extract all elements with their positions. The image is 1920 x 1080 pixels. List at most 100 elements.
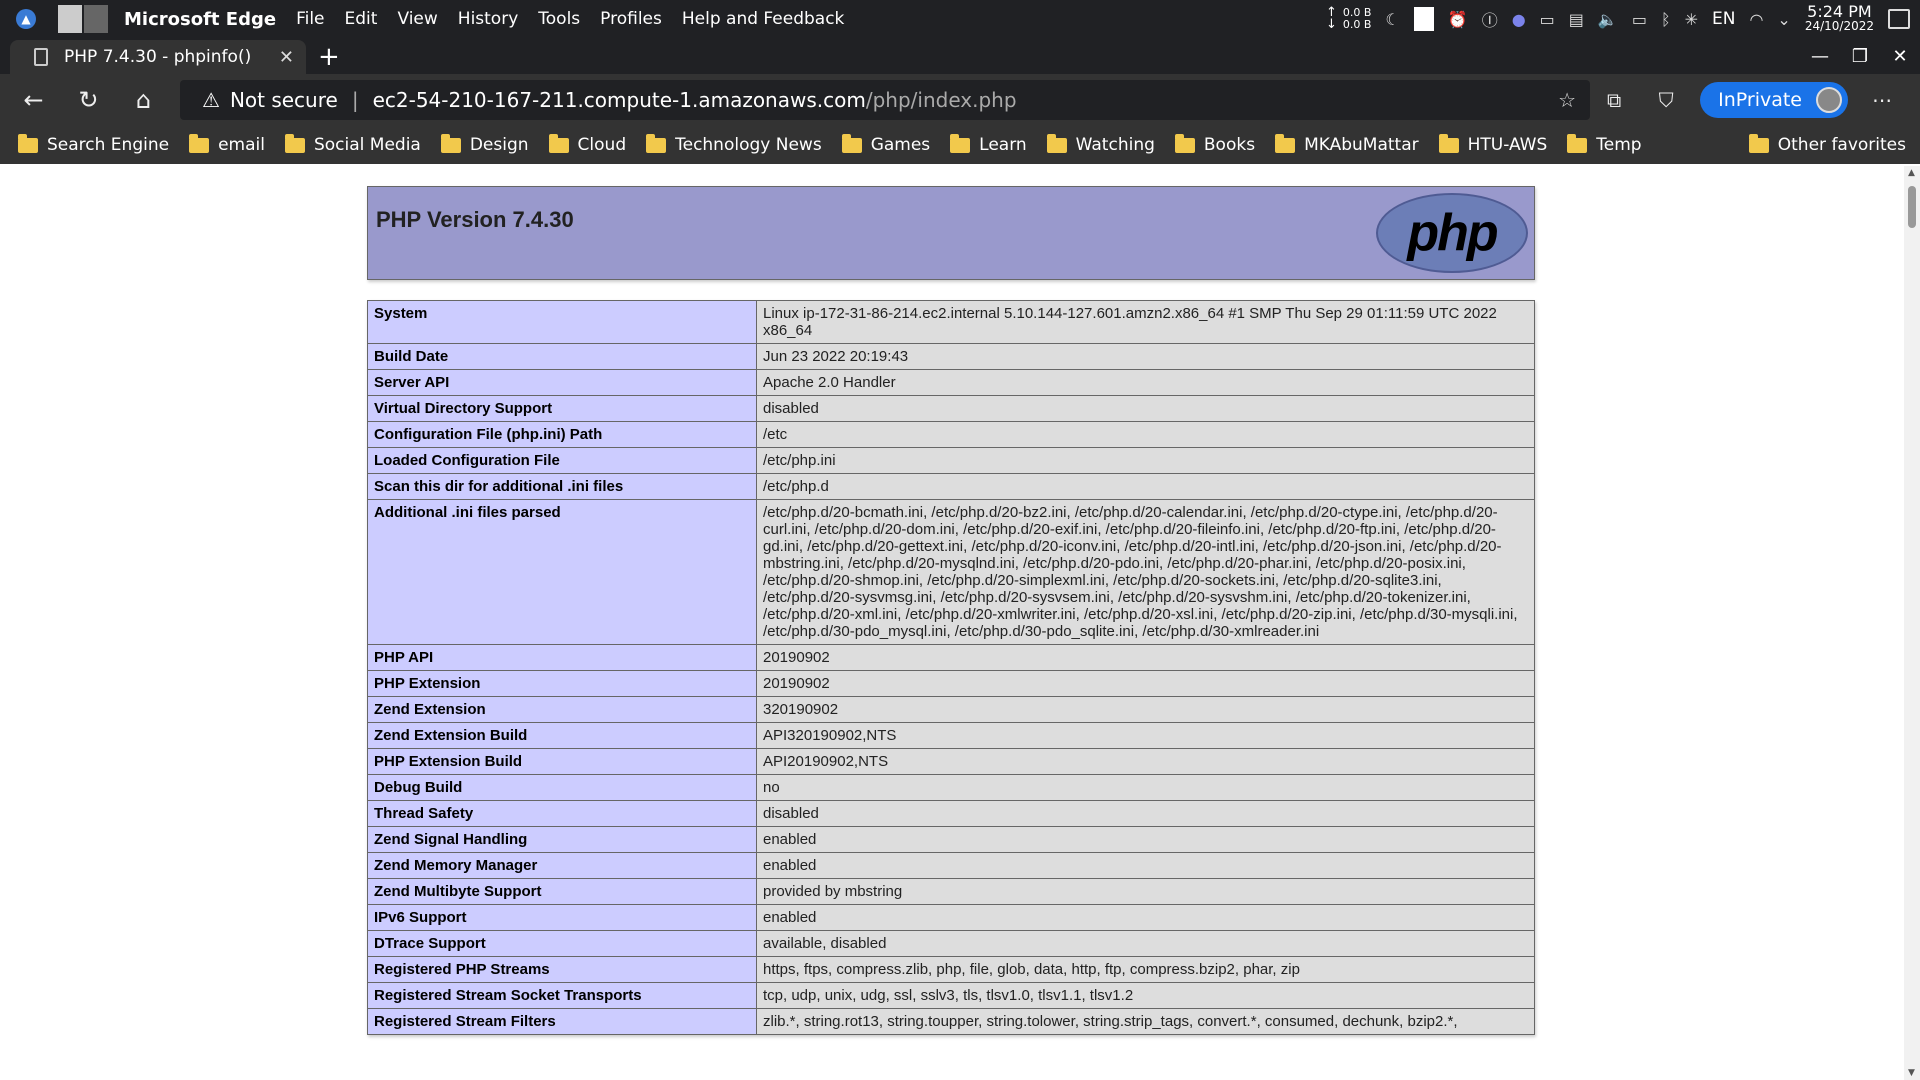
security-label[interactable]: Not secure: [230, 88, 338, 112]
menu-edit[interactable]: Edit: [345, 9, 378, 29]
folder-icon: [950, 133, 971, 153]
clock[interactable]: 5:24 PM 24/10/2022: [1805, 4, 1874, 34]
favorite-folder[interactable]: MKAbuMattar: [1275, 133, 1419, 155]
row-key: Zend Extension: [367, 696, 757, 723]
menu-help[interactable]: Help and Feedback: [682, 9, 845, 29]
table-row: Thread Safety disabled: [367, 800, 1535, 827]
folder-icon: [1567, 133, 1588, 153]
folder-icon: [18, 133, 38, 153]
row-key: PHP Extension: [367, 670, 757, 697]
more-options-icon[interactable]: ⋯: [1864, 88, 1900, 112]
row-value: enabled: [756, 826, 1535, 853]
scroll-up-icon[interactable]: ▲: [1908, 168, 1915, 178]
php-logo-text: php: [1407, 204, 1498, 262]
folder-icon: [1748, 133, 1769, 153]
row-value: 20190902: [756, 670, 1535, 697]
favorite-folder[interactable]: Learn: [950, 133, 1027, 155]
table-row: System Linux ip-172-31-86-214.ec2.interna…: [367, 300, 1535, 344]
favorite-folder[interactable]: Cloud: [548, 133, 626, 155]
wifi-icon[interactable]: ◠: [1749, 10, 1763, 29]
favorite-folder[interactable]: Search Engine: [18, 133, 169, 155]
workspace-switcher[interactable]: [58, 5, 108, 33]
tab-title: PHP 7.4.30 - phpinfo(): [64, 47, 252, 67]
browser-tab[interactable]: PHP 7.4.30 - phpinfo() ✕: [10, 40, 306, 74]
app-name[interactable]: Microsoft Edge: [124, 9, 276, 30]
add-favorite-icon[interactable]: ☆: [1558, 88, 1576, 112]
favorite-folder[interactable]: Technology News: [646, 133, 822, 155]
table-row: IPv6 Support enabled: [367, 904, 1535, 931]
favorite-folder[interactable]: Design: [440, 133, 529, 155]
folder-icon: [1174, 133, 1195, 153]
clipboard-icon[interactable]: ▤: [1569, 10, 1584, 29]
menu-file[interactable]: File: [296, 9, 324, 29]
alarm-icon[interactable]: ⏰: [1448, 10, 1468, 29]
table-row: Configuration File (php.ini) Path/etc: [367, 421, 1535, 448]
notification-icon[interactable]: [1888, 9, 1910, 29]
bluetooth-icon[interactable]: ᛒ: [1661, 10, 1671, 29]
launcher-icon[interactable]: ▲: [16, 9, 36, 29]
row-value: https, ftps, compress.zlib, php, file, g…: [756, 956, 1535, 983]
favorite-folder[interactable]: Social Media: [284, 133, 421, 155]
new-tab-icon[interactable]: +: [318, 42, 340, 72]
pause-icon[interactable]: Ⓘ: [1482, 7, 1498, 31]
table-row: PHP Extension Build API20190902,NTS: [367, 748, 1535, 775]
row-value: disabled: [756, 395, 1535, 422]
keyboard-language[interactable]: EN: [1712, 9, 1735, 29]
menu-tools[interactable]: Tools: [538, 9, 580, 29]
table-row: Registered PHP Streams https, ftps, compr…: [367, 956, 1535, 983]
url-field[interactable]: ⚠ Not secure | ec2-54-210-167-211.comput…: [180, 80, 1590, 120]
chevron-down-icon[interactable]: ⌄: [1777, 10, 1790, 29]
inprivate-button[interactable]: InPrivate: [1700, 82, 1848, 118]
restore-icon[interactable]: ❐: [1840, 46, 1880, 67]
close-tab-icon[interactable]: ✕: [279, 47, 294, 68]
refresh-icon[interactable]: ↻: [61, 86, 116, 114]
page-title: PHP Version 7.4.30: [376, 207, 574, 232]
info-table: System Linux ip-172-31-86-214.ec2.interna…: [367, 300, 1535, 1035]
minimize-icon[interactable]: —: [1800, 46, 1840, 67]
brightness-icon[interactable]: ✳: [1685, 10, 1698, 29]
favorite-folder[interactable]: email: [189, 133, 265, 155]
battery-icon[interactable]: ▭: [1632, 10, 1647, 29]
warning-icon[interactable]: ⚠: [202, 88, 220, 112]
home-icon[interactable]: ⌂: [116, 86, 171, 114]
favorite-folder[interactable]: Books: [1174, 133, 1255, 155]
table-row: Server API Apache 2.0 Handler: [367, 369, 1535, 396]
row-key: Build Date: [367, 343, 757, 370]
menu-profiles[interactable]: Profiles: [600, 9, 662, 29]
row-key: Configuration File (php.ini) Path: [367, 421, 757, 448]
collections-icon[interactable]: ⧉: [1596, 88, 1632, 112]
night-mode-icon[interactable]: ☾: [1385, 10, 1399, 29]
row-value: provided by mbstring: [756, 878, 1535, 905]
folder-icon: [1046, 133, 1067, 153]
address-toolbar: ← ↻ ⌂ ⚠ Not secure | ec2-54-210-167-211.…: [0, 74, 1920, 126]
table-row: Zend Signal Handling enabled: [367, 826, 1535, 853]
app-indicator-icon[interactable]: [1413, 7, 1434, 31]
other-favorites[interactable]: Other favorites: [1748, 133, 1906, 155]
favorite-folder[interactable]: Watching: [1046, 133, 1155, 155]
favorite-folder[interactable]: HTU-AWS: [1438, 133, 1547, 155]
row-key: Zend Multibyte Support: [367, 878, 757, 905]
php-logo[interactable]: php: [1376, 193, 1528, 273]
favorite-folder[interactable]: Games: [841, 133, 930, 155]
volume-icon[interactable]: 🔈: [1598, 10, 1618, 29]
close-window-icon[interactable]: ✕: [1880, 46, 1920, 67]
row-key: Virtual Directory Support: [367, 395, 757, 422]
folder-icon: [1438, 133, 1459, 153]
url-path: /php/index.php: [865, 88, 1017, 112]
clock-time: 5:24 PM: [1807, 2, 1872, 21]
browser-essentials-icon[interactable]: ⛉: [1648, 88, 1684, 112]
window-controls: — ❐ ✕: [1800, 38, 1920, 74]
favorite-folder[interactable]: Temp: [1567, 133, 1642, 155]
scroll-down-icon[interactable]: ▼: [1908, 1068, 1915, 1078]
scroll-thumb[interactable]: [1908, 186, 1916, 228]
menu-history[interactable]: History: [458, 9, 518, 29]
page-scrollbar[interactable]: ▲ ▼: [1904, 166, 1920, 1080]
terminal-icon[interactable]: ▭: [1540, 10, 1555, 29]
row-key: Additional .ini files parsed: [367, 499, 757, 645]
folder-icon: [284, 133, 305, 153]
menu-view[interactable]: View: [397, 9, 437, 29]
page-viewport: PHP Version 7.4.30 php System Linux ip-17…: [0, 166, 1920, 1080]
back-icon[interactable]: ←: [6, 86, 61, 114]
row-key: Registered Stream Socket Transports: [367, 982, 757, 1009]
teams-icon[interactable]: ●: [1512, 10, 1526, 29]
